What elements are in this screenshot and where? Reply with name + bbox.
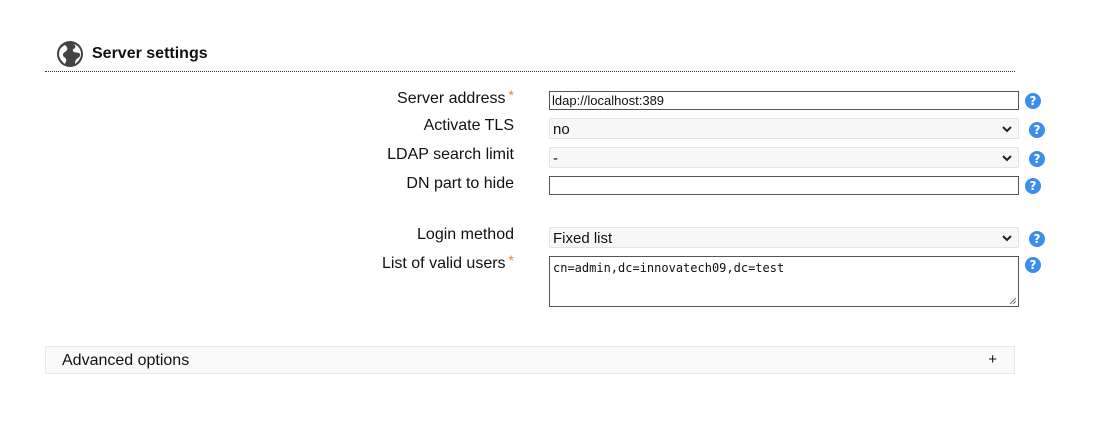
login-method-help-icon[interactable]: ? <box>1029 231 1045 247</box>
chevron-down-icon <box>1002 155 1012 162</box>
row-login-method: Login method Fixed list ? <box>0 226 1114 250</box>
row-activate-tls: Activate TLS no ? <box>0 117 1114 141</box>
globe-icon <box>57 41 83 67</box>
activate-tls-help-icon[interactable]: ? <box>1029 122 1045 138</box>
advanced-options-toggle[interactable]: Advanced options + <box>45 346 1015 374</box>
activate-tls-value: no <box>553 121 570 138</box>
login-method-label: Login method <box>417 226 514 243</box>
required-mark: * <box>508 87 514 103</box>
required-mark: * <box>508 252 514 268</box>
row-ldap-search-limit: LDAP search limit - ? <box>0 146 1114 170</box>
dn-part-to-hide-help-icon[interactable]: ? <box>1025 178 1041 194</box>
activate-tls-select[interactable]: no <box>549 118 1019 139</box>
server-address-label: Server address * <box>397 87 514 108</box>
activate-tls-label: Activate TLS <box>423 117 514 134</box>
valid-users-help-icon[interactable]: ? <box>1025 257 1041 273</box>
chevron-down-icon <box>1002 126 1012 133</box>
server-address-input[interactable] <box>549 91 1019 110</box>
section-title: Server settings <box>92 45 208 62</box>
section-header: Server settings <box>45 39 1015 72</box>
dn-part-to-hide-label: DN part to hide <box>406 175 514 192</box>
row-valid-users: List of valid users * cn=admin,dc=innovat… <box>0 252 1114 310</box>
settings-page: Server settings Server address* ? Activa… <box>0 0 1114 424</box>
valid-users-label-text: List of valid users <box>381 255 506 272</box>
server-address-label-text: Server address <box>397 90 506 107</box>
row-server-address: Server address* ? <box>0 87 1114 114</box>
ldap-search-limit-help-icon[interactable]: ? <box>1029 151 1045 167</box>
ldap-search-limit-value: - <box>553 150 558 167</box>
valid-users-wrapper: cn=admin,dc=innovatech09,dc=test <box>549 256 1019 307</box>
valid-users-textarea[interactable]: cn=admin,dc=innovatech09,dc=test <box>549 256 1019 307</box>
login-method-select[interactable]: Fixed list <box>549 227 1019 248</box>
valid-users-label: List of valid users * <box>381 252 514 273</box>
advanced-options-label: Advanced options <box>62 352 190 369</box>
ldap-search-limit-select[interactable]: - <box>549 147 1019 168</box>
login-method-value: Fixed list <box>553 230 613 247</box>
dn-part-to-hide-input[interactable] <box>549 176 1019 195</box>
server-address-help-icon[interactable]: ? <box>1025 93 1041 109</box>
chevron-down-icon <box>1002 235 1012 242</box>
row-dn-part-to-hide: DN part to hide ? <box>0 175 1114 199</box>
expand-icon[interactable]: + <box>988 351 997 368</box>
ldap-search-limit-label: LDAP search limit <box>387 146 514 163</box>
resize-grip-icon[interactable] <box>1009 297 1017 305</box>
